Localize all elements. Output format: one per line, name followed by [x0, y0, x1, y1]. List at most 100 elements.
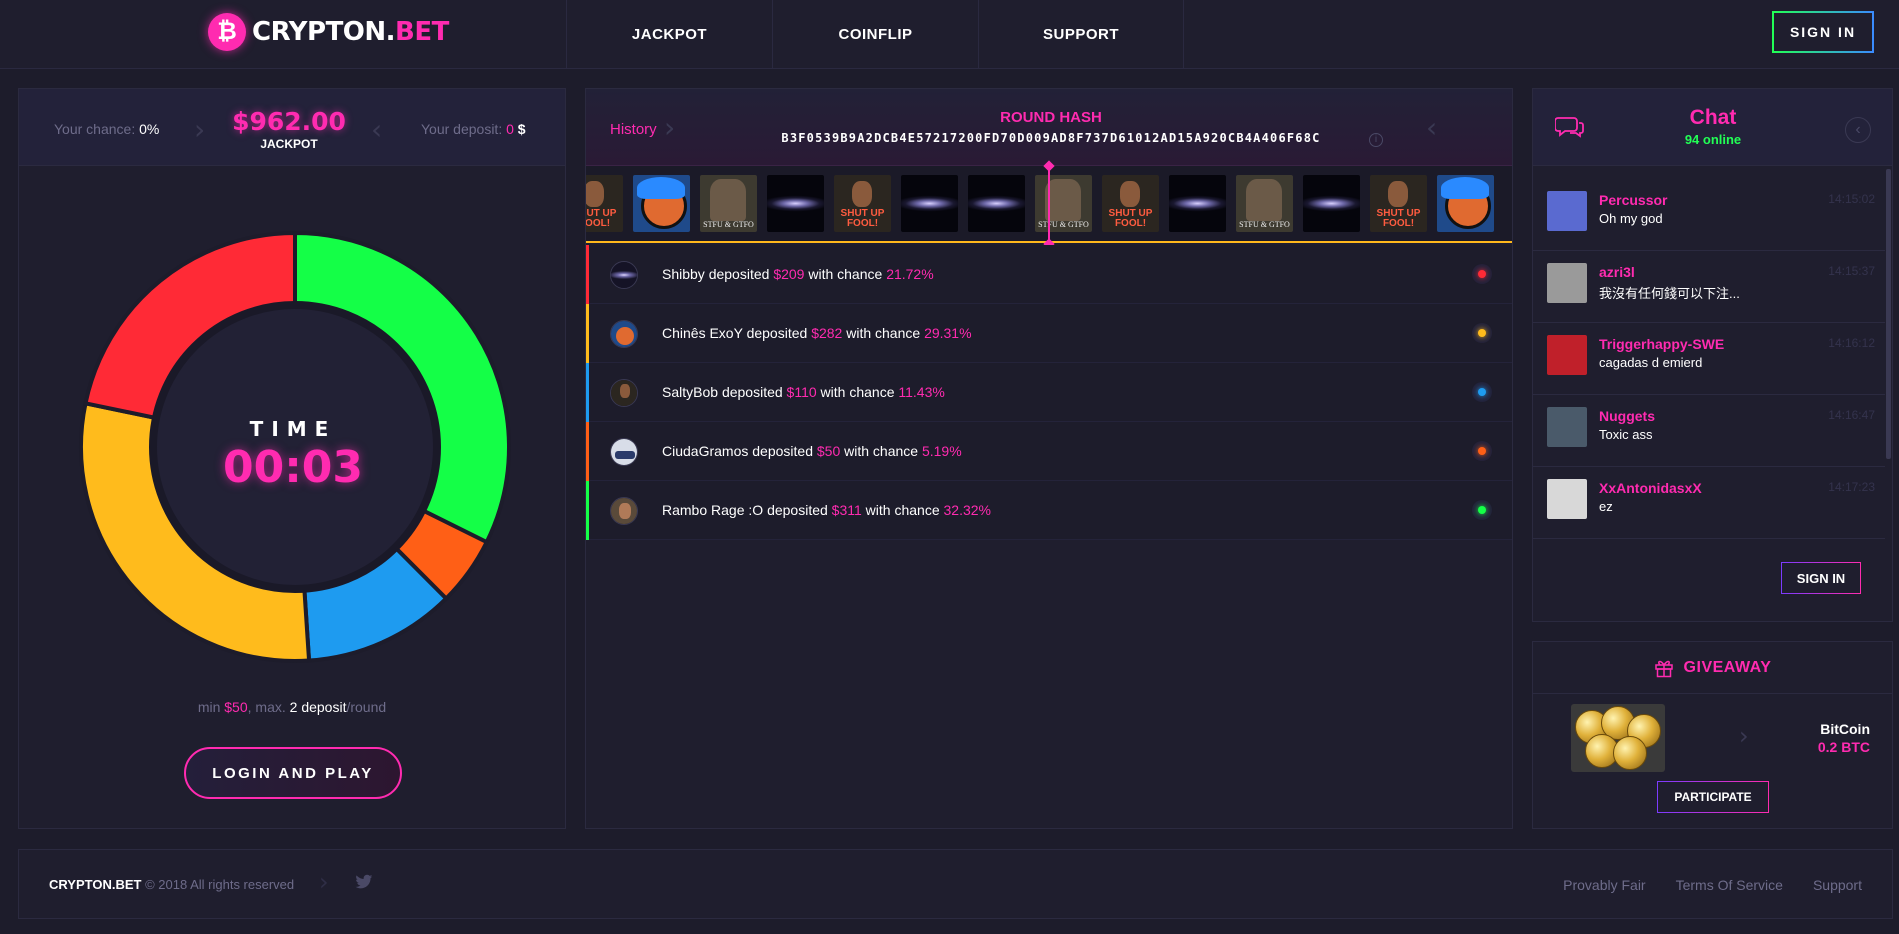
round-hash-label: ROUND HASH: [1000, 109, 1102, 126]
chat-username[interactable]: Percussor: [1599, 192, 1667, 208]
jackpot-amount: $962.00: [232, 107, 346, 136]
login-and-play-button[interactable]: LOGIN AND PLAY: [184, 747, 402, 799]
deposit-color-dot: [1478, 270, 1486, 278]
chat-time: 14:15:02: [1828, 192, 1875, 206]
round-hash-strip: History › ROUND HASH B3F0539B9A2DCB4E572…: [586, 89, 1512, 166]
carousel-avatar: [586, 175, 623, 232]
your-deposit: Your deposit: 0 $: [421, 121, 526, 137]
deposit-color-dot: [1478, 447, 1486, 455]
chat-time: 14:15:37: [1828, 264, 1875, 278]
site-logo[interactable]: ₿ CRYPTON.BET: [208, 13, 449, 51]
bitcoin-logo-icon: ₿: [208, 13, 246, 51]
nav-support[interactable]: SUPPORT: [978, 0, 1184, 69]
footer-link-provably-fair[interactable]: Provably Fair: [1563, 877, 1645, 893]
chat-collapse-button[interactable]: ‹: [1845, 117, 1871, 143]
footer-link-terms[interactable]: Terms Of Service: [1676, 877, 1783, 893]
carousel-avatar: [1437, 175, 1494, 232]
chat-message: Percussor Oh my god 14:15:02: [1533, 179, 1885, 251]
chat-username[interactable]: XxAntonidasxX: [1599, 480, 1702, 496]
deposit-text: Shibby deposited $209 with chance 21.72%: [662, 266, 934, 282]
chat-username[interactable]: azri3l: [1599, 264, 1635, 280]
deposit-row: Rambo Rage :O deposited $311 with chance…: [586, 481, 1512, 540]
chat-username[interactable]: Triggerhappy-SWE: [1599, 336, 1724, 352]
nav-coinflip[interactable]: COINFLIP: [772, 0, 978, 69]
jackpot-panel: Your chance: 0% › $962.00 JACKPOT ‹ Your…: [18, 88, 566, 829]
deposit-rules: min $50, max. 2 deposit/round: [197, 699, 387, 715]
deposit-color-dot: [1478, 388, 1486, 396]
jackpot-label: JACKPOT: [260, 137, 318, 151]
chat-avatar[interactable]: [1547, 407, 1587, 447]
carousel-avatar: [901, 175, 958, 232]
chat-time: 14:16:47: [1828, 408, 1875, 422]
twitter-icon[interactable]: [355, 874, 373, 890]
carousel-avatar: [1035, 175, 1092, 232]
chevron-left-icon: ‹: [371, 113, 383, 146]
participate-button[interactable]: PARTICIPATE: [1657, 781, 1769, 813]
your-chance: Your chance: 0%: [54, 121, 160, 137]
deposit-avatar: [610, 379, 638, 407]
chat-scrollbar[interactable]: [1886, 169, 1891, 459]
chat-sign-in-button[interactable]: SIGN IN: [1781, 562, 1861, 594]
carousel-avatar: [767, 175, 824, 232]
gift-icon: [1654, 660, 1673, 677]
logo-text: CRYPTON.BET: [252, 17, 449, 47]
deposit-text: Chinês ExoY deposited $282 with chance 2…: [662, 325, 972, 341]
jackpot-summary: Your chance: 0% › $962.00 JACKPOT ‹ Your…: [19, 89, 565, 166]
round-panel: History › ROUND HASH B3F0539B9A2DCB4E572…: [585, 88, 1513, 829]
carousel-avatar: [968, 175, 1025, 232]
carousel-avatar: [1303, 175, 1360, 232]
chat-username[interactable]: Nuggets: [1599, 408, 1655, 424]
footer-links: Provably Fair Terms Of Service Support: [1563, 877, 1862, 893]
footer-link-support[interactable]: Support: [1813, 877, 1862, 893]
chevron-left-icon: ‹: [1426, 111, 1438, 144]
header-sign-in-button[interactable]: SIGN IN: [1772, 11, 1874, 53]
chat-text: 我沒有任何錢可以下注...: [1599, 286, 1740, 301]
carousel-avatar: [1236, 175, 1293, 232]
deposit-color-bar: [586, 363, 589, 422]
chat-text: cagadas d emierd: [1599, 355, 1703, 370]
carousel-avatar: [1169, 175, 1226, 232]
footer: CRYPTON.BET © 2018 All rights reserved ›…: [18, 849, 1893, 919]
deposit-avatar: [610, 261, 638, 289]
giveaway-item-name: BitCoin: [1820, 721, 1870, 737]
chat-message: Nuggets Toxic ass 14:16:47: [1533, 395, 1885, 467]
deposit-color-bar: [586, 422, 589, 481]
chat-avatar[interactable]: [1547, 479, 1587, 519]
bitcoin-prize-image: [1571, 704, 1665, 772]
carousel-avatar: [834, 175, 891, 232]
history-button[interactable]: History: [610, 121, 657, 138]
chat-time: 14:16:12: [1828, 336, 1875, 350]
chat-message: Triggerhappy-SWE cagadas d emierd 14:16:12: [1533, 323, 1885, 395]
chat-text: Oh my god: [1599, 211, 1663, 226]
deposit-color-bar: [586, 481, 589, 540]
carousel-avatar: [1102, 175, 1159, 232]
deposit-row: Chinês ExoY deposited $282 with chance 2…: [586, 304, 1512, 363]
deposit-row: Shibby deposited $209 with chance 21.72%: [586, 245, 1512, 304]
chevron-right-icon: ›: [319, 868, 329, 896]
chat-avatar[interactable]: [1547, 191, 1587, 231]
chat-message: XxAntonidasxX ez 14:17:23: [1533, 467, 1885, 539]
giveaway-item-amount: 0.2 BTC: [1817, 739, 1870, 755]
chat-avatar[interactable]: [1547, 335, 1587, 375]
timer-value: 00:03: [222, 442, 364, 493]
deposit-text: SaltyBob deposited $110 with chance 11.4…: [662, 384, 945, 400]
giveaway-header: GIVEAWAY: [1533, 642, 1892, 694]
nav-jackpot[interactable]: JACKPOT: [566, 0, 772, 69]
chevron-right-icon: ›: [664, 111, 676, 144]
deposit-row: SaltyBob deposited $110 with chance 11.4…: [586, 363, 1512, 422]
deposit-color-bar: [586, 304, 589, 363]
carousel-avatar: [633, 175, 690, 232]
deposit-avatar: [610, 497, 638, 525]
main-nav: JACKPOT COINFLIP SUPPORT: [566, 0, 1184, 69]
chat-avatar[interactable]: [1547, 263, 1587, 303]
deposit-row: CiudaGramos deposited $50 with chance 5.…: [586, 422, 1512, 481]
chat-panel: Chat 94 online ‹ Percussor Oh my god 14:15…: [1532, 88, 1893, 622]
winner-marker: [1048, 166, 1050, 245]
giveaway-panel: GIVEAWAY › BitCoin 0.2 BTC PARTICIPATE: [1532, 641, 1893, 829]
top-header: ₿ CRYPTON.BET JACKPOT COINFLIP SUPPORT S…: [0, 0, 1899, 69]
info-icon[interactable]: i: [1369, 133, 1383, 147]
deposit-color-bar: [586, 245, 589, 304]
chat-text: ez: [1599, 499, 1613, 514]
footer-copyright: CRYPTON.BET © 2018 All rights reserved: [49, 877, 295, 892]
carousel-avatar: [700, 175, 757, 232]
